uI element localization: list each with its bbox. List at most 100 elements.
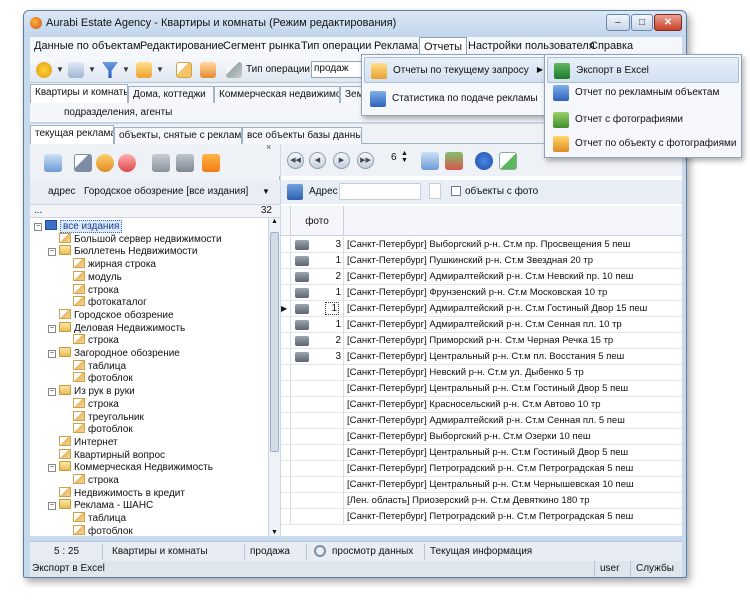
- tree-folder[interactable]: − Реклама - ШАНС: [48, 499, 153, 512]
- tree-folder[interactable]: − Загородное обозрение: [48, 347, 180, 360]
- table-row[interactable]: [Санкт-Петербург] Адмиралтейский р-н. Ст…: [281, 413, 682, 429]
- menu-operation-type[interactable]: Тип операции: [301, 40, 371, 52]
- document-icon[interactable]: [429, 183, 441, 199]
- scroll-up-icon[interactable]: ▲: [271, 218, 278, 225]
- chevron-down-icon[interactable]: ▼: [88, 65, 96, 74]
- tree-item[interactable]: фотоблок: [62, 524, 133, 536]
- tree-item[interactable]: строка: [62, 334, 119, 347]
- chevron-down-icon[interactable]: ▼: [262, 187, 270, 196]
- camera-icon[interactable]: [295, 240, 309, 250]
- row-indicator[interactable]: [281, 349, 291, 365]
- next-record-icon[interactable]: ▶: [333, 152, 350, 169]
- table-row[interactable]: 3 [Санкт-Петербург] Выборгский р-н. Ст.м …: [281, 237, 682, 253]
- agents-label[interactable]: подразделения, агенты: [64, 107, 172, 118]
- favorites-star-icon[interactable]: [36, 62, 52, 78]
- collapse-icon[interactable]: −: [48, 388, 56, 397]
- camera-icon[interactable]: [295, 320, 309, 330]
- row-indicator[interactable]: [281, 381, 291, 397]
- tree-item[interactable]: Квартирный вопрос: [48, 448, 165, 462]
- menu-user-settings[interactable]: Настройки пользователя: [468, 40, 595, 52]
- tree-folder[interactable]: − Деловая Недвижимость: [48, 321, 185, 335]
- photo-filter-checkbox[interactable]: [451, 186, 461, 196]
- table-row[interactable]: [Санкт-Петербург] Центральный р-н. Ст.м …: [281, 381, 682, 397]
- tree-item[interactable]: таблица: [62, 359, 126, 373]
- tree-item[interactable]: треугольник: [62, 410, 144, 424]
- page-number[interactable]: 6: [391, 152, 397, 163]
- chevron-down-icon[interactable]: ▼: [156, 65, 164, 74]
- tab-houses[interactable]: Дома, коттеджи: [128, 86, 214, 103]
- tree-folder[interactable]: − Бюллетень Недвижимости: [48, 245, 197, 258]
- people-icon[interactable]: [136, 62, 152, 78]
- collapse-icon[interactable]: −: [34, 223, 42, 231]
- last-record-icon[interactable]: ▶▶: [357, 152, 374, 169]
- menu-objects[interactable]: Данные по объектам: [34, 40, 141, 52]
- filter-icon[interactable]: [102, 62, 118, 78]
- table-row[interactable]: [Санкт-Петербург] Выборгский р-н. Ст.м О…: [281, 429, 682, 445]
- menu-edit[interactable]: Редактирование: [140, 40, 224, 52]
- tree-item[interactable]: Недвижимость в кредит: [48, 486, 185, 500]
- tab-all-objects[interactable]: все объекты базы данных: [242, 127, 362, 144]
- edit-icon[interactable]: [74, 154, 92, 172]
- tree-item[interactable]: Большой сервер недвижимости: [48, 232, 222, 246]
- previous-record-icon[interactable]: ◀: [309, 152, 326, 169]
- tree-item[interactable]: модуль: [62, 270, 122, 284]
- tree-item[interactable]: строка: [62, 474, 119, 487]
- first-record-icon[interactable]: ◀◀: [287, 152, 304, 169]
- row-indicator[interactable]: [281, 253, 291, 269]
- menu-market-segment[interactable]: Сегмент рынка: [223, 40, 300, 52]
- tree-item[interactable]: Интернет: [48, 435, 118, 449]
- tab-commercial[interactable]: Коммерческая недвижимость: [214, 86, 340, 103]
- camera-icon[interactable]: [295, 256, 309, 266]
- close-button[interactable]: ✕: [654, 14, 682, 31]
- tree-item[interactable]: фотоблок: [62, 423, 133, 436]
- row-indicator[interactable]: [281, 509, 291, 525]
- scroll-thumb[interactable]: [270, 232, 279, 452]
- remove-group-icon[interactable]: [118, 154, 136, 172]
- row-indicator[interactable]: [281, 317, 291, 333]
- camera-icon[interactable]: [295, 288, 309, 298]
- tab-removed-ads[interactable]: объекты, снятые с рекламы: [114, 127, 242, 144]
- calendar-icon[interactable]: [44, 154, 62, 172]
- info-icon[interactable]: [475, 152, 493, 170]
- table-row[interactable]: [Санкт-Петербург] Петроградский р-н. Ст.…: [281, 509, 682, 525]
- chevron-down-icon[interactable]: ▼: [122, 65, 130, 74]
- camera-icon[interactable]: [295, 352, 309, 362]
- minimize-button[interactable]: –: [606, 14, 630, 31]
- menu-advertising[interactable]: Реклама: [374, 40, 418, 52]
- tree-item[interactable]: фотоблок: [62, 372, 133, 385]
- close-icon[interactable]: ×: [266, 142, 271, 152]
- tree-folder[interactable]: − Из рук в руки: [48, 385, 135, 398]
- refresh-icon[interactable]: [176, 154, 194, 172]
- collapse-icon[interactable]: −: [48, 464, 56, 473]
- row-indicator[interactable]: [281, 285, 291, 301]
- table-row[interactable]: 1 [Санкт-Петербург] Адмиралтейский р-н. С…: [281, 317, 682, 333]
- note-icon[interactable]: [176, 62, 192, 78]
- tree-item[interactable]: строка: [62, 283, 119, 297]
- row-indicator[interactable]: [281, 477, 291, 493]
- row-indicator[interactable]: [281, 429, 291, 445]
- chevron-down-icon[interactable]: ▼: [56, 65, 64, 74]
- calendar-icon[interactable]: [421, 152, 439, 170]
- collapse-icon[interactable]: −: [48, 350, 56, 358]
- scroll-down-icon[interactable]: ▼: [271, 529, 278, 536]
- address-input[interactable]: [339, 183, 421, 200]
- photo-column-header[interactable]: фото: [291, 216, 343, 227]
- tab-current-ads[interactable]: текущая реклама: [30, 125, 114, 144]
- row-indicator[interactable]: [281, 493, 291, 509]
- row-indicator[interactable]: [281, 445, 291, 461]
- row-indicator[interactable]: [281, 333, 291, 349]
- table-row[interactable]: 3 [Санкт-Петербург] Центральный р-н. Ст.м…: [281, 349, 682, 365]
- table-row[interactable]: [Санкт-Петербург] Центральный р-н. Ст.м …: [281, 445, 682, 461]
- add-group-icon[interactable]: [96, 154, 114, 172]
- menu-item-ad-objects-report[interactable]: Отчет по рекламным объектам: [547, 80, 739, 106]
- table-row[interactable]: [Лен. область] Приозерский р-н. Ст.м Дев…: [281, 493, 682, 509]
- home-icon[interactable]: [68, 62, 84, 78]
- menu-item-photo-report[interactable]: Отчет с фотографиями: [547, 107, 739, 133]
- row-indicator[interactable]: [281, 237, 291, 253]
- collapse-icon[interactable]: −: [48, 502, 56, 511]
- power-icon[interactable]: [202, 154, 220, 172]
- row-indicator[interactable]: [281, 365, 291, 381]
- row-indicator[interactable]: [281, 397, 291, 413]
- table-row[interactable]: [Санкт-Петербург] Петроградский р-н. Ст.…: [281, 461, 682, 477]
- row-indicator[interactable]: ▶: [281, 301, 291, 317]
